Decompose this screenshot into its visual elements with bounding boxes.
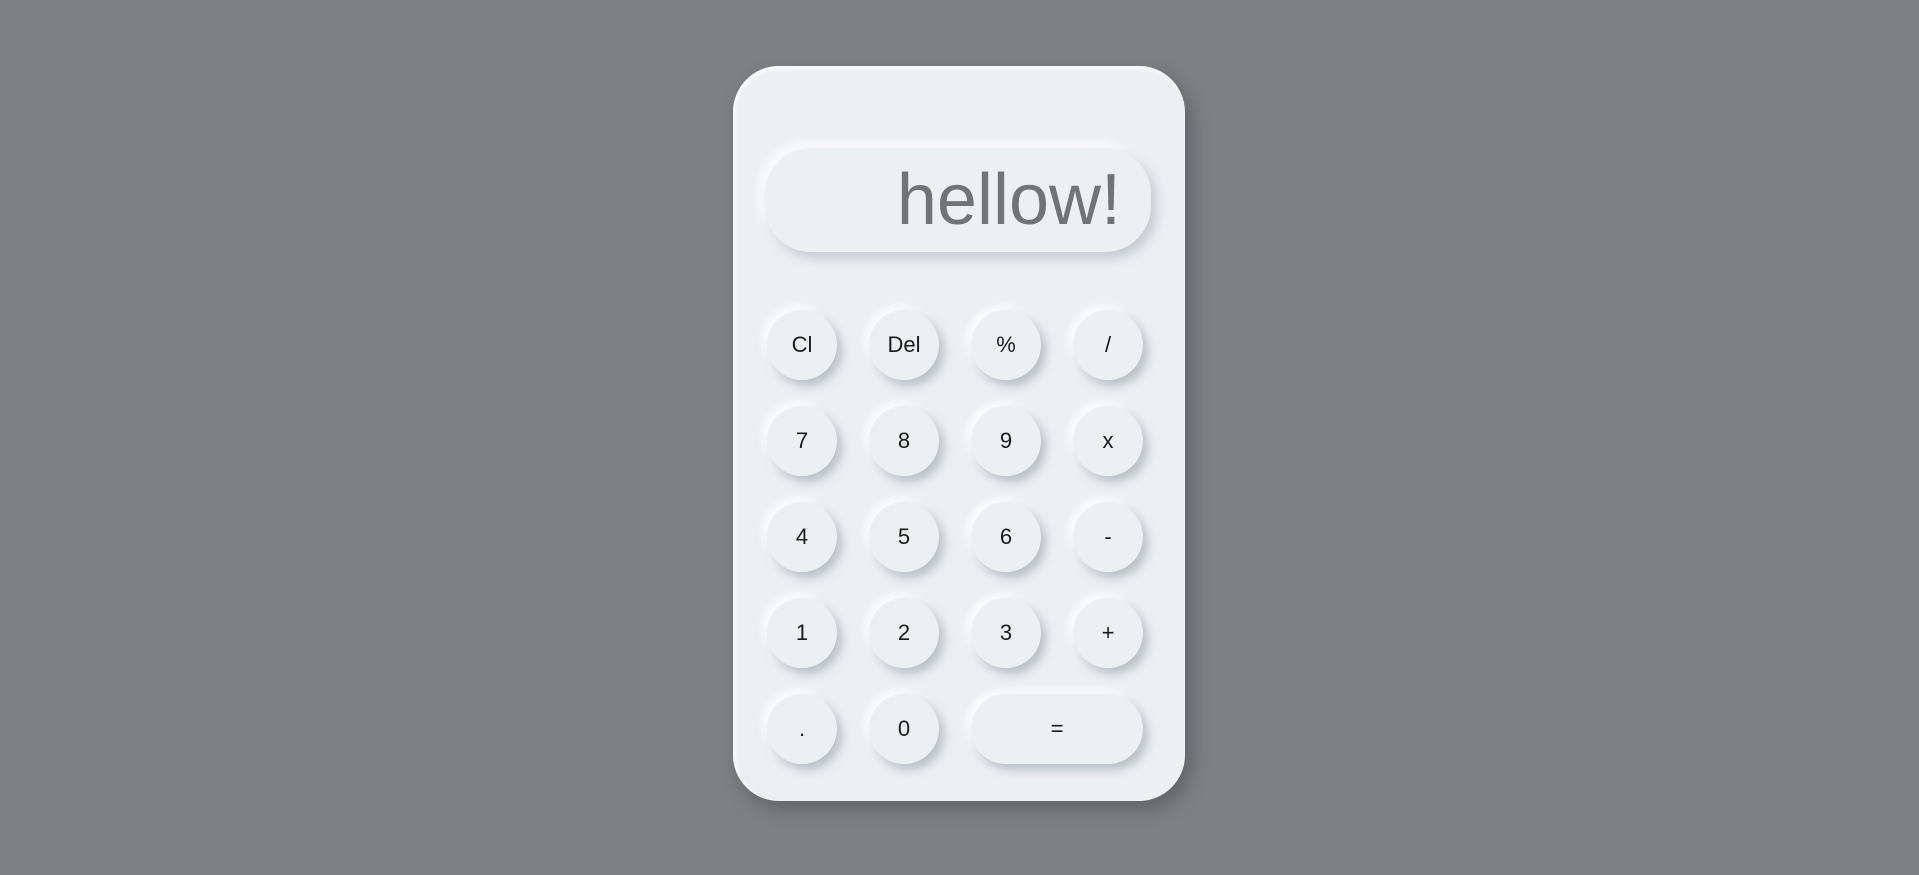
equals-button[interactable]: = (971, 694, 1143, 764)
divide-button[interactable]: / (1073, 310, 1143, 380)
decimal-point-button[interactable]: . (767, 694, 837, 764)
percent-button[interactable]: % (971, 310, 1041, 380)
digit-7-button[interactable]: 7 (767, 406, 837, 476)
keypad: Cl Del % / 7 8 9 x 4 5 6 - 1 2 3 + . 0 = (767, 310, 1151, 764)
subtract-button[interactable]: - (1073, 502, 1143, 572)
delete-button[interactable]: Del (869, 310, 939, 380)
digit-4-button[interactable]: 4 (767, 502, 837, 572)
digit-6-button[interactable]: 6 (971, 502, 1041, 572)
digit-1-button[interactable]: 1 (767, 598, 837, 668)
display-text: hellow! (896, 160, 1121, 240)
digit-9-button[interactable]: 9 (971, 406, 1041, 476)
digit-3-button[interactable]: 3 (971, 598, 1041, 668)
calculator: hellow! Cl Del % / 7 8 9 x 4 5 6 - 1 2 3… (733, 66, 1185, 801)
add-button[interactable]: + (1073, 598, 1143, 668)
digit-5-button[interactable]: 5 (869, 502, 939, 572)
digit-0-button[interactable]: 0 (869, 694, 939, 764)
multiply-button[interactable]: x (1073, 406, 1143, 476)
digit-8-button[interactable]: 8 (869, 406, 939, 476)
clear-button[interactable]: Cl (767, 310, 837, 380)
calculator-display: hellow! (765, 148, 1151, 252)
digit-2-button[interactable]: 2 (869, 598, 939, 668)
